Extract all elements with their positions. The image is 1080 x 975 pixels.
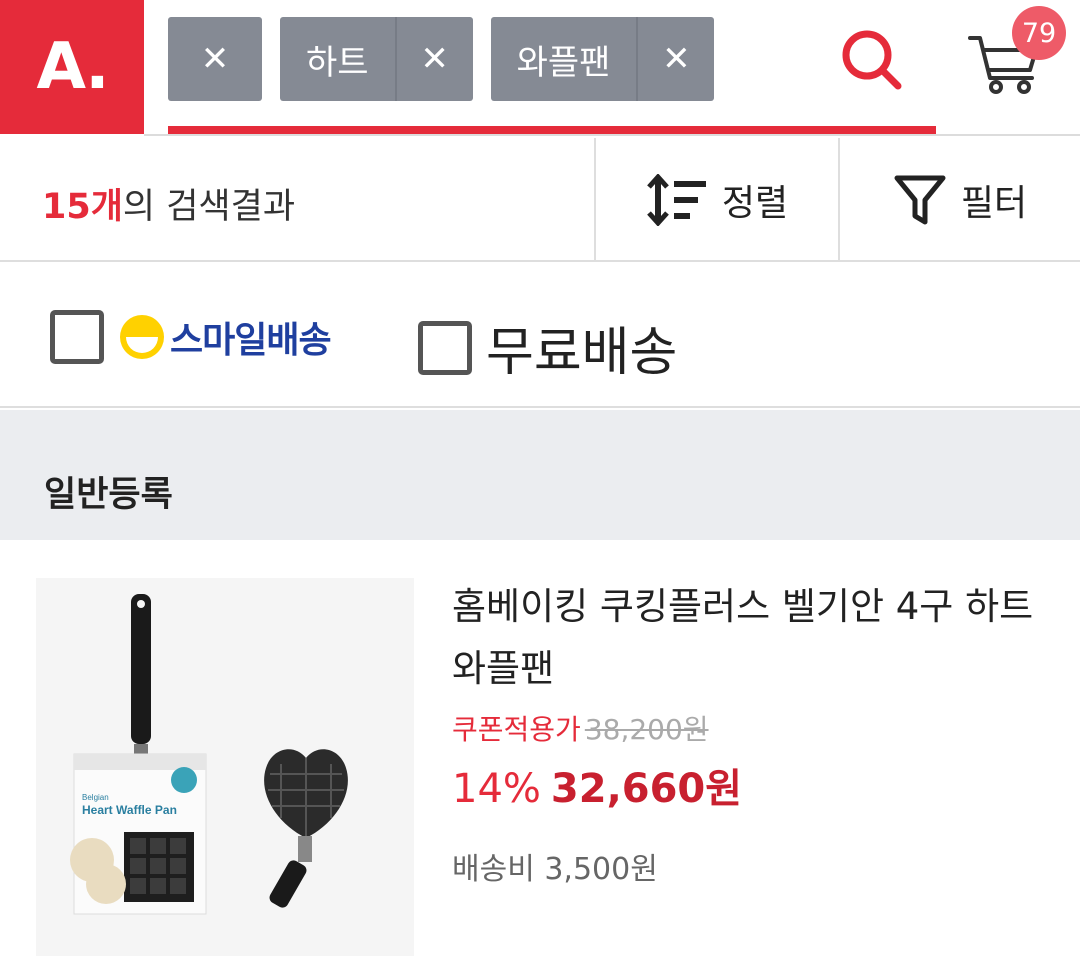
filter-icon bbox=[894, 175, 946, 225]
result-count-suffix: 의 검색결과 bbox=[122, 187, 296, 227]
search-underline bbox=[168, 126, 936, 134]
free-delivery-label: 무료배송 bbox=[486, 323, 678, 383]
close-icon[interactable]: ✕ bbox=[394, 17, 473, 101]
product-name[interactable]: 홈베이킹 쿠킹플러스 벨기안 4구 하트 와플팬 bbox=[452, 576, 1052, 700]
close-icon[interactable]: ✕ bbox=[636, 17, 714, 101]
smile-delivery-logo: 스마일배송 bbox=[118, 311, 332, 363]
home-logo[interactable]: A. bbox=[0, 0, 144, 134]
chip-label: 와플팬 bbox=[516, 42, 611, 83]
product-card[interactable]: Belgian Heart Waffle Pan 홈베이킹 쿠킹플러스 벨기안 … bbox=[0, 540, 1080, 975]
smile-delivery-label: 스마일배송 bbox=[170, 319, 332, 360]
box-title: Heart Waffle Pan bbox=[82, 803, 177, 817]
cart-count-badge: 79 bbox=[1012, 6, 1066, 60]
box-brand: Belgian bbox=[82, 793, 109, 802]
discount-rate: 14% bbox=[452, 766, 541, 812]
app-header: A. ✕ 하트 ✕ 와플팬 ✕ 79 bbox=[0, 0, 1080, 136]
smile-icon bbox=[120, 315, 164, 359]
sort-button[interactable]: 정렬 bbox=[594, 138, 838, 262]
delivery-options: 스마일배송 무료배송 bbox=[0, 264, 1080, 408]
result-count-number: 15개 bbox=[42, 187, 123, 227]
free-delivery-option[interactable]: 무료배송 bbox=[418, 310, 677, 385]
filter-button[interactable]: 필터 bbox=[838, 138, 1080, 262]
original-price: 38,200원 bbox=[584, 713, 709, 746]
result-count: 15개의 검색결과 bbox=[42, 178, 295, 229]
search-chip-heart[interactable]: 하트 ✕ bbox=[280, 17, 473, 101]
search-icon bbox=[842, 30, 902, 90]
product-info: 홈베이킹 쿠킹플러스 벨기안 4구 하트 와플팬 쿠폰적용가 38,200원 14… bbox=[452, 576, 1052, 888]
sale-price: 32,660원 bbox=[550, 766, 743, 812]
sort-label: 정렬 bbox=[721, 183, 789, 224]
waffle-pan-image: Belgian Heart Waffle Pan bbox=[36, 578, 414, 956]
smile-delivery-checkbox[interactable] bbox=[50, 310, 104, 364]
product-image[interactable]: Belgian Heart Waffle Pan bbox=[36, 578, 414, 956]
close-icon[interactable]: ✕ bbox=[168, 17, 262, 101]
search-button[interactable] bbox=[836, 24, 906, 94]
coupon-price-line: 쿠폰적용가 38,200원 bbox=[452, 708, 1052, 748]
sort-icon bbox=[647, 174, 706, 226]
search-chip[interactable]: ✕ bbox=[168, 17, 262, 101]
logo-text: A. bbox=[36, 30, 109, 104]
shipping-fee: 배송비 3,500원 bbox=[452, 852, 658, 887]
price-line: 14% 32,660원 bbox=[452, 756, 1052, 814]
search-chips: ✕ 하트 ✕ 와플팬 ✕ bbox=[168, 17, 732, 101]
filter-label: 필터 bbox=[960, 183, 1028, 224]
search-chip-waffle-pan[interactable]: 와플팬 ✕ bbox=[490, 17, 715, 101]
section-title: 일반등록 bbox=[44, 475, 173, 515]
section-header: 일반등록 bbox=[0, 410, 1080, 540]
smile-delivery-option[interactable]: 스마일배송 bbox=[50, 310, 332, 364]
header-divider bbox=[144, 134, 1080, 136]
free-delivery-checkbox[interactable] bbox=[418, 320, 472, 375]
chip-label: 하트 bbox=[306, 42, 369, 83]
result-bar: 15개의 검색결과 정렬 필터 bbox=[0, 138, 1080, 262]
coupon-label: 쿠폰적용가 bbox=[452, 713, 581, 746]
